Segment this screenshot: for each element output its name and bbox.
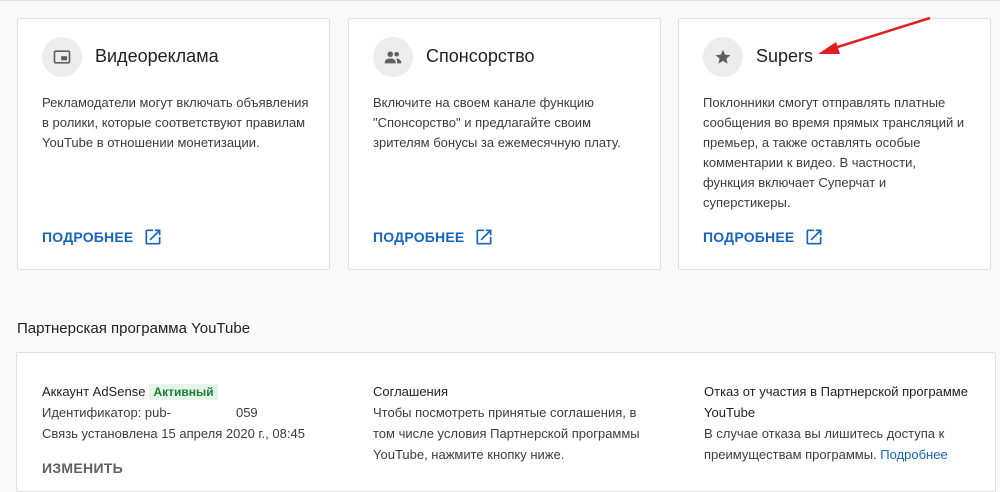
adsense-id-suffix: 059: [235, 405, 258, 420]
learn-more-label: ПОДРОБНЕЕ: [42, 229, 134, 245]
card-title: Supers: [756, 46, 814, 66]
card-description: Включите на своем канале функцию "Спонсо…: [373, 95, 621, 150]
picture-in-picture-icon: [53, 50, 71, 64]
card-video-ads: Видеореклама Рекламодатели могут включат…: [17, 18, 330, 270]
learn-more-link[interactable]: ПОДРОБНЕЕ: [42, 227, 163, 247]
card-memberships: Спонсорство Включите на своем канале фун…: [348, 18, 661, 270]
people-icon: [384, 51, 402, 64]
card-description: Рекламодатели могут включать объявления …: [42, 95, 309, 150]
star-icon: [715, 49, 731, 64]
adsense-column: Аккаунт AdSense Активный Идентификатор: p…: [42, 381, 362, 479]
card-title: Спонсорство: [426, 46, 535, 66]
adsense-connected: Связь установлена 15 апреля 2020 г., 08:…: [42, 426, 305, 441]
change-button[interactable]: ИЗМЕНИТЬ: [42, 458, 362, 479]
agreements-text: Чтобы посмотреть принятые соглашения, в …: [373, 405, 640, 462]
adsense-heading: Аккаунт AdSense Активный: [42, 381, 362, 402]
external-link-icon: [145, 229, 161, 245]
learn-more-label: ПОДРОБНЕЕ: [373, 229, 465, 245]
annotation-arrow: [818, 16, 931, 54]
external-link-icon: [806, 229, 822, 245]
learn-more-link[interactable]: ПОДРОБНЕЕ: [703, 227, 824, 247]
card-description: Поклонники смогут отправлять платные соо…: [703, 95, 965, 210]
optout-learn-more-link[interactable]: Подробнее: [880, 447, 947, 462]
optout-heading: Отказ от участия в Партнерской программе…: [704, 384, 968, 420]
agreements-column: Соглашения Чтобы посмотреть принятые сог…: [373, 381, 653, 465]
card-icon-circle: [42, 37, 82, 77]
top-divider: [0, 0, 1000, 1]
status-badge: Активный: [149, 384, 218, 400]
card-title: Видеореклама: [95, 46, 219, 66]
adsense-id-label: Идентификатор: pub-: [42, 405, 171, 420]
agreements-heading: Соглашения: [373, 384, 449, 399]
optout-column: Отказ от участия в Партнерской программе…: [704, 381, 984, 465]
external-link-icon: [476, 229, 492, 245]
adsense-id-masked: [171, 405, 236, 420]
adsense-label: Аккаунт AdSense: [42, 384, 146, 399]
adsense-id: Идентификатор: pub- 059: [42, 402, 362, 423]
optout-text-block: В случае отказа вы лишитесь доступа к пр…: [704, 423, 984, 465]
learn-more-link[interactable]: ПОДРОБНЕЕ: [373, 227, 494, 247]
card-icon-circle: [373, 37, 413, 77]
ypp-panel: Аккаунт AdSense Активный Идентификатор: p…: [16, 352, 996, 492]
learn-more-label: ПОДРОБНЕЕ: [703, 229, 795, 245]
ypp-section-title: Партнерская программа YouTube: [17, 320, 251, 337]
card-icon-circle: [703, 37, 743, 77]
